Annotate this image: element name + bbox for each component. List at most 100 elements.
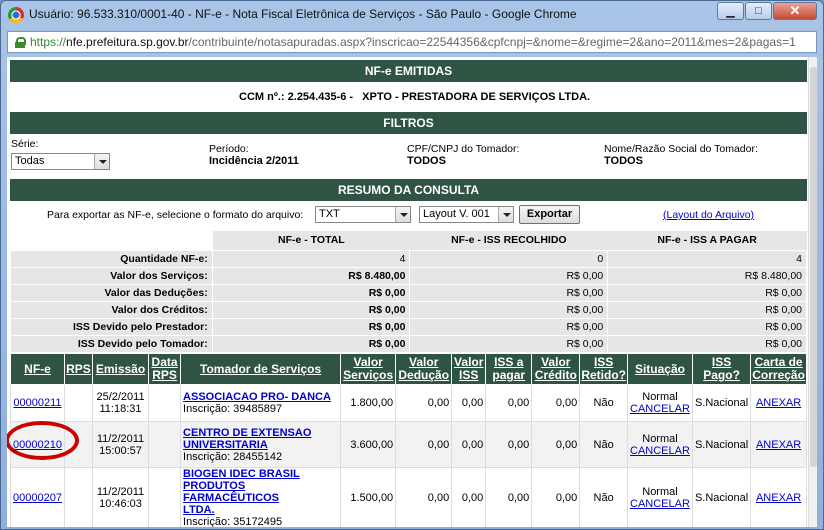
col-carta-l2: Correção xyxy=(752,368,805,382)
emissao-data: 11/2/2011 xyxy=(96,486,145,498)
resumo-total: R$ 0,00 xyxy=(211,335,411,353)
resumo-total: R$ 8.480,00 xyxy=(211,267,411,285)
tomador-inscricao: Inscrição: 28455142 xyxy=(183,450,283,463)
emissao-hora: 11:18:31 xyxy=(99,403,142,415)
valor-iss: 0,00 xyxy=(451,421,487,468)
layout-link[interactable]: (Layout do Arquivo) xyxy=(663,209,754,221)
resumo-label: Valor dos Créditos: xyxy=(10,301,213,319)
resumo-total: R$ 0,00 xyxy=(211,301,411,319)
col-isspagar-l1: ISS a xyxy=(494,355,524,369)
iss-pago: S.Nacional xyxy=(691,421,752,468)
url-scheme: https:// xyxy=(30,35,67,49)
title-bar: Usuário: 96.533.310/0001-40 - NF-e - Not… xyxy=(1,1,823,29)
tomador-inscricao: Inscrição: 35172495 xyxy=(183,516,283,527)
col-viss-l2: ISS xyxy=(459,368,479,382)
col-valor-credito[interactable]: Valor Crédito xyxy=(531,353,581,385)
layout-select[interactable]: Layout V. 001 xyxy=(419,206,514,223)
periodo-label: Período: xyxy=(209,143,249,155)
col-vd-l1: Valor xyxy=(409,355,439,369)
col-valor-deducao[interactable]: Valor Dedução xyxy=(395,353,453,385)
chevron-down-icon xyxy=(94,154,109,169)
col-iss-pago[interactable]: ISS Pago? xyxy=(691,353,752,385)
iss-retido: Não xyxy=(579,384,628,422)
url-path: /contribuinte/notasapuradas.aspx?inscric… xyxy=(188,35,796,49)
resumo-row: ISS Devido pelo Tomador: R$ 0,00 R$ 0,00 R$… xyxy=(10,335,807,353)
tomador-link[interactable]: ASSOCIACAO PRO- DANCA xyxy=(183,391,331,403)
company-name: XPTO - PRESTADORA DE SERVIÇOS LTDA. xyxy=(362,91,591,103)
resumo-label: Quantidade NF-e: xyxy=(10,250,213,268)
col-situacao[interactable]: Situação xyxy=(627,353,693,385)
col-recolhido: NF-e - ISS RECOLHIDO xyxy=(409,230,608,251)
resumo-row: ISS Devido pelo Prestador: R$ 0,00 R$ 0,00… xyxy=(10,318,807,336)
cpf-value: TODOS xyxy=(407,155,446,167)
highlight-circle xyxy=(7,421,79,460)
serie-select[interactable]: Todas xyxy=(11,153,110,170)
col-pagar: NF-e - ISS A PAGAR xyxy=(607,230,807,251)
col-vs-l2: Serviços xyxy=(343,368,394,382)
col-data-rps[interactable]: Data RPS xyxy=(148,353,182,385)
tomador-line-1: BIOGEN IDEC BRASIL xyxy=(183,468,300,480)
resumo-recolhido: R$ 0,00 xyxy=(409,284,609,302)
resumo-pagar: 4 xyxy=(607,250,807,268)
col-carta-l1: Carta de xyxy=(754,355,803,369)
window-title: Usuário: 96.533.310/0001-40 - NF-e - Not… xyxy=(29,7,577,21)
resumo-pagar: R$ 8.480,00 xyxy=(607,267,807,285)
resumo-recolhido: R$ 0,00 xyxy=(409,301,609,319)
anexar-link[interactable]: ANEXAR xyxy=(756,492,801,504)
resumo-recolhido: R$ 0,00 xyxy=(409,318,609,336)
close-button[interactable]: ✕ xyxy=(773,2,817,20)
ccm-value: 2.254.435-6 - xyxy=(287,91,354,103)
notas-header: NF-e RPS Emissão Data RPS Tomador de Serv… xyxy=(10,353,807,385)
export-button[interactable]: Exportar xyxy=(519,205,580,224)
notas-table: NF-e RPS Emissão Data RPS Tomador de Serv… xyxy=(10,353,807,527)
nfe-number-link[interactable]: 00000211 xyxy=(13,397,61,409)
nfe-number-link[interactable]: 00000207 xyxy=(13,492,62,504)
maximize-button[interactable]: □ xyxy=(745,2,772,20)
valor-deducao: 0,00 xyxy=(395,467,453,527)
anexar-link[interactable]: ANEXAR xyxy=(756,439,801,451)
col-rps[interactable]: RPS xyxy=(63,353,94,385)
col-carta-correcao[interactable]: Carta de Correção xyxy=(750,353,807,385)
resumo-row: Valor dos Serviços: R$ 8.480,00 R$ 0,00 R$ … xyxy=(10,267,807,285)
address-bar[interactable]: https://nfe.prefeitura.sp.gov.br/contrib… xyxy=(7,31,817,53)
iss-pago: S.Nacional xyxy=(691,467,752,527)
anexar-link[interactable]: ANEXAR xyxy=(756,397,801,409)
valor-credito: 0,00 xyxy=(531,467,581,527)
nome-label: Nome/Razão Social do Tomador: xyxy=(604,143,758,155)
col-iss-retido[interactable]: ISS Retido? xyxy=(579,353,628,385)
col-emissao[interactable]: Emissão xyxy=(91,353,150,385)
ccm-line: CCM nº.: 2.254.435-6 - XPTO - PRESTADORA… xyxy=(239,91,590,103)
resumo-total: R$ 0,00 xyxy=(211,284,411,302)
cancelar-link[interactable]: CANCELAR xyxy=(630,403,690,415)
table-row: 00000210 11/2/2011 15:00:57 CENTRO DE EXT… xyxy=(10,421,807,468)
cancelar-link[interactable]: CANCELAR xyxy=(630,498,690,510)
col-total: NF-e - TOTAL xyxy=(212,230,410,251)
col-vs-l1: Valor xyxy=(353,355,383,369)
scrollbar-thumb[interactable] xyxy=(810,67,817,467)
cancelar-link[interactable]: CANCELAR xyxy=(630,445,690,457)
valor-servicos: 1.500,00 xyxy=(340,467,397,527)
col-tomador[interactable]: Tomador de Serviços xyxy=(180,353,342,385)
col-nfe[interactable]: NF-e xyxy=(10,353,65,385)
col-valor-servicos[interactable]: Valor Serviços xyxy=(340,353,397,385)
tomador-inscricao: Inscrição: 39485897 xyxy=(183,403,283,415)
nome-value: TODOS xyxy=(604,155,643,167)
format-select[interactable]: TXT xyxy=(315,206,411,223)
resumo-row: Valor dos Créditos: R$ 0,00 R$ 0,00 R$ 0,00 xyxy=(10,301,807,319)
col-vc-l2: Crédito xyxy=(534,368,577,382)
lock-icon xyxy=(15,36,26,48)
tomador-link[interactable]: CENTRO DE EXTENSAO UNIVERSITARIA xyxy=(183,427,311,451)
url-host: nfe.prefeitura.sp.gov.br xyxy=(66,35,189,49)
tomador-link[interactable]: BIOGEN IDEC BRASIL PRODUTOS FARMACÊUTICOS… xyxy=(183,468,300,516)
col-isspagar-l2: pagar xyxy=(492,368,526,382)
col-iss-pagar[interactable]: ISS a pagar xyxy=(485,353,533,385)
resumo-recolhido: R$ 0,00 xyxy=(409,335,609,353)
tomador-line-1: CENTRO DE EXTENSAO xyxy=(183,426,312,439)
minimize-button[interactable]: ▁ xyxy=(717,2,744,20)
col-valor-iss[interactable]: Valor ISS xyxy=(451,353,487,385)
resumo-label: Valor das Deduções: xyxy=(10,284,213,302)
scrollbar[interactable] xyxy=(808,57,817,527)
export-label: Para exportar as NF-e, selecione o forma… xyxy=(47,209,304,221)
table-row: 00000211 25/2/2011 11:18:31 ASSOCIACAO PR… xyxy=(10,384,807,422)
chrome-icon xyxy=(8,7,24,23)
